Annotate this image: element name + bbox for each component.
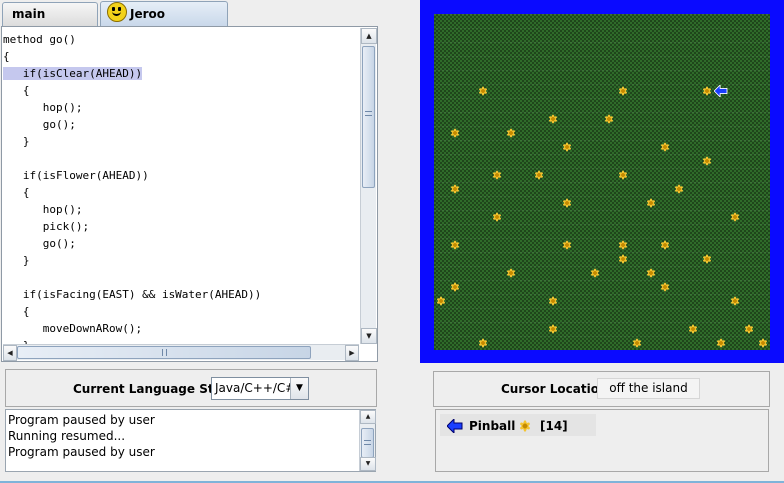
console-line: Program paused by user	[8, 445, 155, 459]
flower-icon	[701, 85, 713, 97]
jeroo-west-arrow-icon	[447, 419, 463, 433]
tab-main-method[interactable]: main method	[2, 2, 98, 43]
flower-icon	[757, 337, 769, 349]
code-line[interactable]: moveDownARow();	[3, 320, 360, 337]
code-line[interactable]: if(isFacing(EAST) && isWater(AHEAD))	[3, 286, 360, 303]
scroll-up-arrow-icon[interactable]: ▲	[360, 410, 376, 424]
smiley-icon	[107, 2, 127, 22]
flower-icon	[659, 141, 671, 153]
cursor-location-value: off the island	[597, 378, 700, 399]
flower-icon	[561, 197, 573, 209]
flower-icon	[435, 295, 447, 307]
flower-icon	[645, 197, 657, 209]
code-line[interactable]: hop();	[3, 99, 360, 116]
flower-icon	[505, 267, 517, 279]
code-text-area[interactable]: method go(){ if(isClear(AHEAD)) { hop();…	[3, 31, 360, 354]
code-line[interactable]: {	[3, 82, 360, 99]
flower-icon	[491, 211, 503, 223]
scroll-up-arrow-icon[interactable]: ▲	[361, 28, 377, 44]
jeroo-west-arrow-icon	[714, 85, 728, 97]
scroll-down-arrow-icon[interactable]: ▼	[361, 328, 377, 344]
code-line[interactable]	[3, 150, 360, 167]
flower-icon	[561, 141, 573, 153]
flower-icon	[617, 253, 629, 265]
flower-count: [14]	[540, 419, 568, 433]
flower-icon	[477, 85, 489, 97]
flower-icon	[701, 253, 713, 265]
flower-icon	[659, 281, 671, 293]
language-selected-value: Java/C++/C#	[215, 381, 296, 395]
flower-icon	[518, 419, 533, 434]
code-horizontal-scrollbar[interactable]: ◀ ▶	[3, 344, 359, 361]
code-line[interactable]: method go()	[3, 31, 360, 48]
flower-icon	[645, 267, 657, 279]
code-vertical-scrollbar[interactable]: ▲ ▼	[360, 28, 377, 344]
code-line[interactable]	[3, 269, 360, 286]
jeroo-status-panel: Pinball [14]	[435, 409, 769, 472]
tab-jeroo-methods[interactable]: Jeroo methods	[100, 1, 228, 43]
console-scrollbar[interactable]: ▲ ▼	[359, 410, 376, 471]
flower-icon	[449, 183, 461, 195]
code-line[interactable]: }	[3, 252, 360, 269]
chevron-down-icon[interactable]: ▼	[290, 378, 308, 399]
flower-icon	[687, 323, 699, 335]
flower-icon	[561, 239, 573, 251]
language-select[interactable]: Java/C++/C# ▼	[211, 377, 309, 400]
console-line: Program paused by user	[8, 413, 155, 427]
flower-icon	[729, 295, 741, 307]
flower-icon	[547, 295, 559, 307]
flower-icon	[477, 337, 489, 349]
console-output[interactable]: Program paused by user Running resumed...…	[5, 409, 376, 472]
flower-icon	[449, 127, 461, 139]
flower-icon	[673, 183, 685, 195]
jeroo-name: Pinball	[469, 419, 516, 433]
flower-icon	[743, 323, 755, 335]
scroll-thumb[interactable]	[361, 428, 374, 458]
flower-icon	[547, 323, 559, 335]
code-line[interactable]: pick();	[3, 218, 360, 235]
flower-icon	[449, 281, 461, 293]
flower-icon	[729, 211, 741, 223]
flower-icon	[617, 239, 629, 251]
scroll-left-arrow-icon[interactable]: ◀	[3, 345, 17, 361]
flower-icon	[533, 169, 545, 181]
flower-icon	[701, 155, 713, 167]
code-line[interactable]: go();	[3, 116, 360, 133]
cursor-location-label: Cursor Location	[501, 382, 608, 396]
flower-icon	[715, 337, 727, 349]
flower-icon	[449, 239, 461, 251]
flower-icon	[603, 113, 615, 125]
flower-icon	[659, 239, 671, 251]
code-line-highlighted[interactable]: if(isClear(AHEAD))	[3, 65, 360, 82]
island-land-grid[interactable]	[434, 14, 770, 350]
flower-icon	[505, 127, 517, 139]
code-line[interactable]: {	[3, 303, 360, 320]
flower-icon	[617, 85, 629, 97]
code-line[interactable]: go();	[3, 235, 360, 252]
code-line[interactable]: {	[3, 184, 360, 201]
scroll-thumb[interactable]	[362, 46, 375, 188]
scroll-thumb[interactable]	[17, 346, 311, 359]
flower-icon	[547, 113, 559, 125]
flower-icon	[631, 337, 643, 349]
language-label: Current Language Style	[73, 382, 234, 396]
code-line[interactable]: {	[3, 48, 360, 65]
console-line: Running resumed...	[8, 429, 126, 443]
flower-icon	[617, 169, 629, 181]
code-line[interactable]: if(isFlower(AHEAD))	[3, 167, 360, 184]
scroll-down-arrow-icon[interactable]: ▼	[360, 457, 376, 471]
flower-icon	[589, 267, 601, 279]
code-line[interactable]: hop();	[3, 201, 360, 218]
code-line[interactable]: }	[3, 133, 360, 150]
scroll-right-arrow-icon[interactable]: ▶	[345, 345, 359, 361]
flower-icon	[491, 169, 503, 181]
